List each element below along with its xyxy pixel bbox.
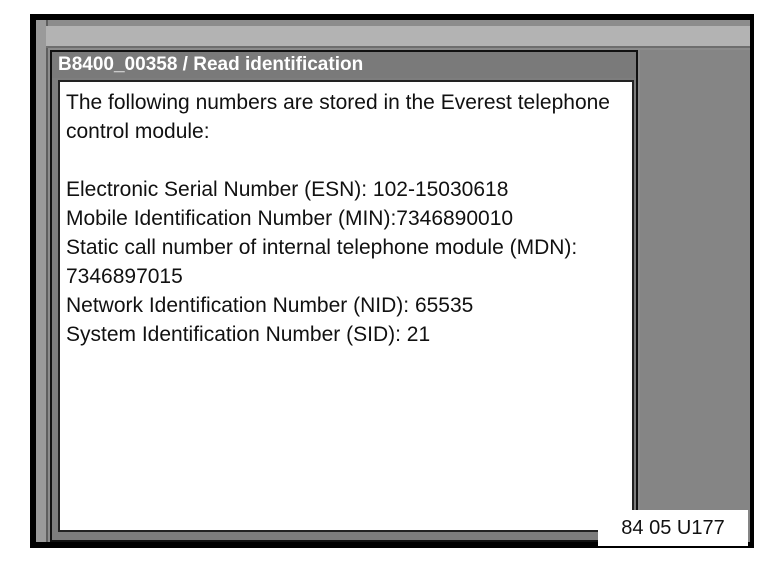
intro-text: The following numbers are stored in the … [66,91,610,143]
diagnostic-screen: B8400_00358 / Read identification The fo… [30,14,754,548]
dialog-title: B8400_00358 / Read identification [52,52,636,78]
min-line: Mobile Identification Number (MIN):73468… [66,207,514,230]
sid-line: System Identification Number (SID): 21 [66,323,431,346]
dialog-body: The following numbers are stored in the … [58,80,634,532]
mdn-line: Static call number of internal telephone… [66,236,578,288]
nid-line: Network Identification Number (NID): 655… [66,294,474,317]
figure-reference-label: 84 05 U177 [598,510,748,546]
screen-top-bar [46,26,750,48]
read-identification-dialog: B8400_00358 / Read identification The fo… [50,50,638,542]
side-panel [640,50,750,542]
screen-background: B8400_00358 / Read identification The fo… [36,20,750,542]
screen-left-edge [36,20,48,542]
esn-line: Electronic Serial Number (ESN): 102-1503… [66,178,509,201]
